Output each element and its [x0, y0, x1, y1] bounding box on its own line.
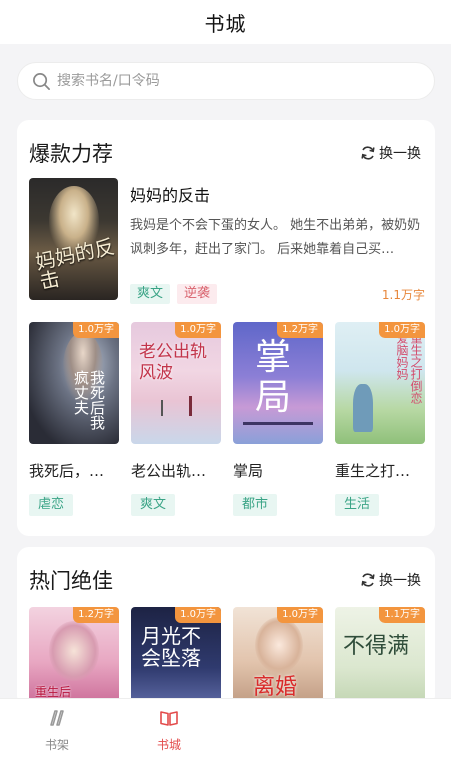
- cover-title: 掌局: [255, 337, 292, 418]
- cover-title: 月光不会坠落: [141, 624, 201, 670]
- cover-title: 离婚: [253, 675, 298, 700]
- bottom-tab-bar: 书架 书城: [0, 698, 451, 761]
- refresh-button[interactable]: 换一换: [360, 143, 421, 163]
- cover-title: 老公出轨风波: [139, 342, 207, 383]
- book-item[interactable]: 重生后 1.2万字: [29, 607, 119, 707]
- book-cover[interactable]: 不得满 1.1万字: [335, 607, 425, 707]
- book-cover[interactable]: 离婚 1.0万字: [233, 607, 323, 707]
- book-item[interactable]: 重生之打倒恋爱脑妈妈 1.0万字 重生之打… 生活: [335, 322, 425, 516]
- genre-tag: 虐恋: [29, 494, 74, 516]
- page-title: 书城: [204, 11, 247, 36]
- genre-tag: 爽文: [130, 284, 171, 304]
- word-count-badge: 1.1万字: [379, 607, 425, 623]
- book-title[interactable]: 重生之打…: [335, 460, 425, 481]
- section-title: 爆款力荐: [29, 142, 113, 166]
- book-title[interactable]: 老公出轨…: [131, 460, 221, 481]
- book-cover[interactable]: 重生后 1.2万字: [29, 607, 119, 707]
- refresh-label: 换一换: [379, 146, 421, 162]
- book-item[interactable]: 不得满 1.1万字: [335, 607, 425, 707]
- tab-label: 书城: [156, 738, 181, 752]
- tab-bookstore[interactable]: 书城: [134, 707, 204, 753]
- book-item[interactable]: 老公出轨风波 1.0万字 老公出轨… 爽文: [131, 322, 221, 516]
- word-count-badge: 1.0万字: [175, 607, 221, 623]
- genre-tag: 爽文: [131, 494, 176, 516]
- book-cover[interactable]: 月光不会坠落 1.0万字: [131, 607, 221, 707]
- book-cover[interactable]: 妈妈的反击: [29, 178, 118, 300]
- cover-title: 不得满: [343, 634, 410, 659]
- book-item[interactable]: 离婚 1.0万字: [233, 607, 323, 707]
- refresh-icon: [361, 573, 375, 587]
- bookshelf-icon: [50, 710, 64, 726]
- section-title: 热门绝佳: [29, 569, 113, 593]
- top-bar: 书城: [0, 0, 451, 44]
- book-title[interactable]: 我死后，…: [29, 460, 119, 481]
- section-header: 爆款力荐 换一换: [29, 138, 421, 168]
- refresh-icon: [361, 146, 375, 160]
- cover-title: 我死后我疯丈夫: [72, 370, 106, 430]
- book-open-icon: [160, 711, 178, 726]
- cover-title: 重生之打倒恋爱脑妈妈: [395, 332, 423, 404]
- search-icon: [33, 72, 50, 90]
- section-hot: 热门绝佳 换一换 重生后 1.2万字 月光不会坠落 1.0万字 离婚 1.0万字…: [17, 547, 435, 707]
- book-grid: 重生后 1.2万字 月光不会坠落 1.0万字 离婚 1.0万字 不得满 1.1万…: [29, 607, 425, 707]
- book-title[interactable]: 妈妈的反击: [130, 182, 210, 206]
- refresh-label: 换一换: [379, 573, 421, 589]
- genre-tag: 逆袭: [177, 284, 218, 304]
- tab-label: 书架: [44, 738, 69, 752]
- section-recommended: 爆款力荐 换一换 妈妈的反击 妈妈的反击 我妈是个不会下蛋的女人。 她生不出弟弟…: [17, 120, 435, 536]
- cover-title: 妈妈的反击: [33, 234, 117, 294]
- book-item[interactable]: 掌局 1.2万字 掌局 都市: [233, 322, 323, 516]
- genre-tag: 都市: [233, 494, 278, 516]
- genre-tag: 生活: [335, 494, 380, 516]
- word-count-badge: 1.0万字: [73, 322, 119, 338]
- search-input[interactable]: [57, 73, 397, 89]
- book-description: 我妈是个不会下蛋的女人。 她生不出弟弟，被奶奶讽刺多年，赶出了家门。 后来她靠着…: [130, 218, 421, 257]
- word-count-badge: 1.2万字: [73, 607, 119, 623]
- book-cover[interactable]: 掌局 1.2万字: [233, 322, 323, 444]
- word-count: 1.1万字: [381, 288, 425, 302]
- word-count-badge: 1.0万字: [175, 322, 221, 338]
- refresh-button[interactable]: 换一换: [360, 570, 421, 590]
- book-item[interactable]: 我死后我疯丈夫 1.0万字 我死后，… 虐恋: [29, 322, 119, 516]
- word-count-badge: 1.0万字: [379, 322, 425, 338]
- book-cover[interactable]: 重生之打倒恋爱脑妈妈 1.0万字: [335, 322, 425, 444]
- search-bar[interactable]: [17, 62, 435, 100]
- featured-book[interactable]: 妈妈的反击 妈妈的反击 我妈是个不会下蛋的女人。 她生不出弟弟，被奶奶讽刺多年，…: [29, 178, 425, 304]
- book-item[interactable]: 月光不会坠落 1.0万字: [131, 607, 221, 707]
- book-grid: 我死后我疯丈夫 1.0万字 我死后，… 虐恋 老公出轨风波 1.0万字 老公出轨…: [29, 322, 425, 518]
- book-title[interactable]: 掌局: [233, 460, 323, 481]
- tab-bookshelf[interactable]: 书架: [22, 707, 92, 753]
- section-header: 热门绝佳 换一换: [29, 565, 421, 595]
- book-cover[interactable]: 我死后我疯丈夫 1.0万字: [29, 322, 119, 444]
- book-cover[interactable]: 老公出轨风波 1.0万字: [131, 322, 221, 444]
- tag-list: 爽文 逆袭: [130, 284, 218, 304]
- word-count-badge: 1.2万字: [277, 322, 323, 338]
- word-count-badge: 1.0万字: [277, 607, 323, 623]
